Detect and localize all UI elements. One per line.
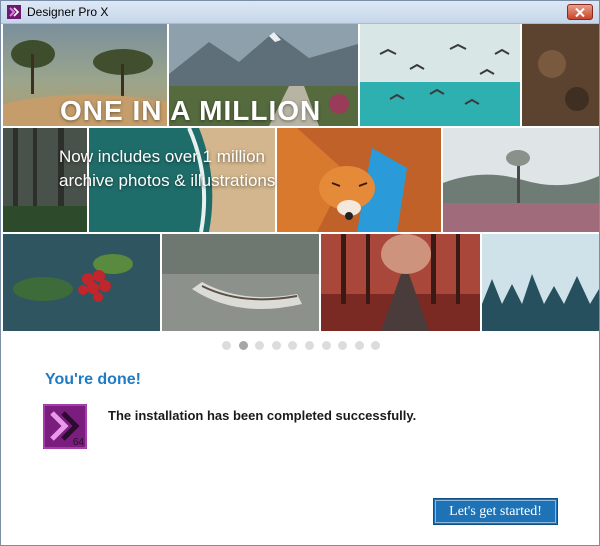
close-icon — [575, 8, 585, 17]
designer-app-icon — [7, 5, 21, 19]
photo-railway-forest — [321, 234, 480, 331]
title-bar[interactable]: Designer Pro X — [1, 1, 599, 24]
carousel-dot[interactable] — [255, 341, 265, 350]
completion-message: The installation has been completed succ… — [108, 408, 417, 423]
get-started-button[interactable]: Let's get started! — [433, 498, 558, 525]
banner-subline: Now includes over 1 million archive phot… — [59, 145, 389, 193]
carousel-dot[interactable] — [222, 341, 231, 350]
close-button[interactable] — [567, 4, 593, 20]
photo-birds-sea — [360, 24, 520, 126]
carousel-dot[interactable] — [354, 341, 364, 350]
completion-title: You're done! — [45, 371, 141, 388]
carousel-dot[interactable] — [321, 341, 331, 350]
carousel-dot[interactable] — [338, 341, 348, 350]
photo-collage-banner: ONE IN A MILLION Now includes over 1 mil… — [3, 24, 599, 331]
carousel-dot[interactable] — [371, 341, 381, 350]
photo-berries — [3, 234, 160, 331]
carousel-dot[interactable] — [305, 341, 314, 350]
photo-foggy-pines — [482, 234, 599, 331]
photo-boat — [162, 234, 319, 331]
installer-window: Designer Pro X ONE IN A MILLION Now incl… — [0, 0, 600, 546]
designer-product-icon: 64 — [43, 404, 87, 449]
banner-subline-line-1: Now includes over 1 million — [59, 147, 265, 166]
carousel-dot[interactable] — [238, 341, 248, 350]
photo-autumn-texture — [522, 24, 599, 126]
window-title: Designer Pro X — [27, 5, 109, 19]
carousel-dot[interactable] — [288, 341, 298, 350]
banner-headline: ONE IN A MILLION — [60, 95, 322, 126]
carousel-dot[interactable] — [271, 341, 281, 350]
photo-misty-meadow — [443, 128, 599, 232]
banner-subline-line-2: archive photos & illustrations — [59, 171, 276, 190]
product-bitness-badge: 64 — [72, 437, 84, 448]
